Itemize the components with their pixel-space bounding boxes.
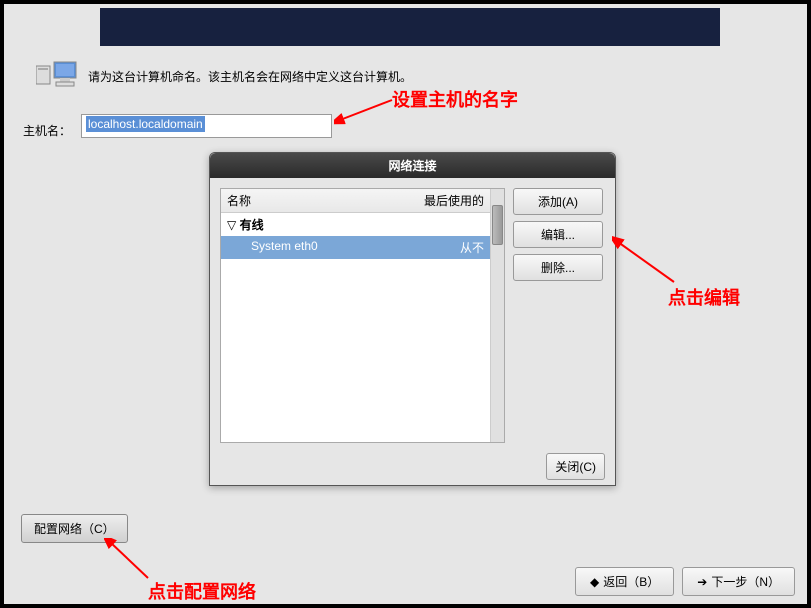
scrollbar-thumb[interactable] (492, 205, 503, 245)
edit-button[interactable]: 编辑... (513, 221, 603, 248)
connection-list[interactable]: 名称 最后使用的 有线 System eth0 从不 (220, 188, 505, 443)
close-button[interactable]: 关闭(C) (546, 453, 605, 480)
list-header: 名称 最后使用的 (221, 189, 490, 213)
col-name: 名称 (227, 192, 424, 209)
instruction-text: 请为这台计算机命名。该主机名会在网络中定义这台计算机。 (88, 68, 412, 85)
arrow-config (104, 538, 154, 582)
back-button[interactable]: ◆ 返回（B） (575, 567, 674, 596)
item-name: System eth0 (251, 239, 460, 256)
annotation-hostname: 设置主机的名字 (392, 86, 518, 112)
header-bar (100, 8, 720, 46)
arrow-left-icon: ◆ (590, 575, 599, 589)
annotation-edit: 点击编辑 (668, 284, 740, 310)
hostname-value: localhost.localdomain (86, 116, 205, 132)
add-button[interactable]: 添加(A) (513, 188, 603, 215)
arrow-hostname (334, 96, 394, 126)
hostname-input[interactable]: localhost.localdomain (81, 114, 332, 138)
scrollbar[interactable] (490, 189, 504, 442)
hostname-label: 主机名： (23, 122, 71, 139)
network-dialog: 网络连接 名称 最后使用的 有线 System eth0 从不 (209, 152, 616, 486)
list-item[interactable]: System eth0 从不 (221, 236, 490, 259)
delete-button[interactable]: 删除... (513, 254, 603, 281)
main-panel: 请为这台计算机命名。该主机名会在网络中定义这台计算机。 主机名： localho… (4, 4, 807, 604)
item-last: 从不 (460, 239, 484, 256)
annotation-config: 点击配置网络 (148, 578, 256, 604)
dialog-title: 网络连接 (210, 153, 615, 178)
list-group-wired[interactable]: 有线 (221, 213, 490, 236)
arrow-edit (612, 236, 682, 286)
col-last-used: 最后使用的 (424, 192, 484, 209)
configure-network-button[interactable]: 配置网络（C） (21, 514, 128, 543)
arrow-right-icon: ➔ (697, 575, 707, 589)
computer-icon (36, 60, 78, 90)
next-button[interactable]: ➔ 下一步（N） (682, 567, 795, 596)
